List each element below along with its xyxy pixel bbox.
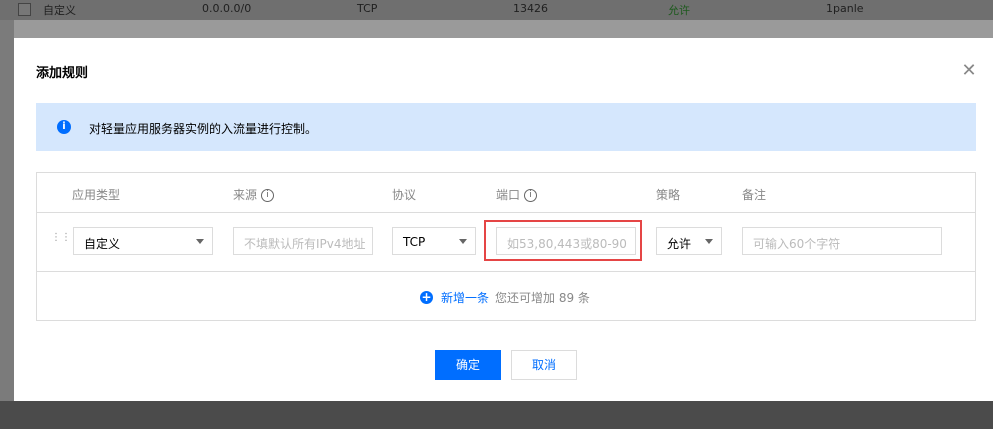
header-policy: 策略 [656, 188, 681, 202]
type-select-value: 自定义 [84, 237, 121, 251]
protocol-select-value: TCP [403, 235, 426, 249]
background-table-row: 自定义 0.0.0.0/0 TCP 13426 允许 1panle [0, 0, 993, 20]
drag-handle-icon[interactable]: ⋮⋮ [51, 233, 71, 249]
header-port: 端口 i [496, 186, 538, 203]
confirm-button[interactable]: 确定 [435, 350, 501, 380]
policy-select-value: 允许 [667, 237, 692, 251]
plus-icon[interactable]: + [420, 291, 433, 304]
bg-protocol: TCP [357, 2, 378, 15]
row-divider [37, 271, 975, 272]
type-select[interactable]: 自定义 [73, 227, 213, 255]
port-highlight-box [484, 220, 642, 261]
policy-select[interactable]: 允许 [656, 227, 722, 255]
bg-source: 0.0.0.0/0 [202, 2, 252, 15]
header-protocol: 协议 [392, 188, 417, 202]
bg-port: 13426 [513, 2, 548, 15]
header-source-label: 来源 [233, 188, 258, 202]
remaining-count: 您还可增加 89 条 [495, 291, 590, 305]
bg-note: 1panle [826, 2, 864, 15]
chevron-down-icon [459, 239, 467, 244]
note-placeholder: 可输入60个字符 [753, 237, 841, 251]
help-icon[interactable]: i [261, 189, 275, 202]
source-input[interactable]: 不填默认所有IPv4地址 [233, 227, 373, 255]
chevron-down-icon [196, 239, 204, 244]
header-type: 应用类型 [72, 188, 121, 202]
bg-type: 自定义 [43, 4, 76, 17]
backdrop-side [0, 20, 14, 401]
source-placeholder: 不填默认所有IPv4地址 [244, 237, 366, 251]
add-rule-dialog: 添加规则 ✕ i 对轻量应用服务器实例的入流量进行控制。 应用类型 来源 i 协议… [14, 38, 993, 401]
dialog-title: 添加规则 [36, 66, 89, 81]
notice-text: 对轻量应用服务器实例的入流量进行控制。 [89, 122, 318, 136]
info-notice: i 对轻量应用服务器实例的入流量进行控制。 [36, 103, 976, 151]
row-checkbox [18, 3, 31, 16]
rules-table: 应用类型 来源 i 协议 端口 i 策略 备注 ⋮⋮ 自定义 不填默认所有IPv4地… [36, 172, 976, 321]
protocol-select[interactable]: TCP [392, 227, 476, 255]
info-icon: i [57, 120, 71, 134]
header-note: 备注 [742, 188, 767, 202]
close-icon[interactable]: ✕ [960, 62, 978, 80]
chevron-down-icon [705, 239, 713, 244]
cancel-button[interactable]: 取消 [511, 350, 577, 380]
note-input[interactable]: 可输入60个字符 [742, 227, 942, 255]
help-icon[interactable]: i [524, 189, 538, 202]
add-rule-row: + 新增一条 您还可增加 89 条 [420, 289, 590, 306]
header-divider [37, 212, 975, 213]
add-rule-link[interactable]: 新增一条 [441, 291, 489, 305]
header-source: 来源 i [233, 186, 275, 203]
header-port-label: 端口 [496, 188, 521, 202]
bg-policy: 允许 [668, 4, 690, 17]
backdrop-bottom [0, 401, 993, 429]
